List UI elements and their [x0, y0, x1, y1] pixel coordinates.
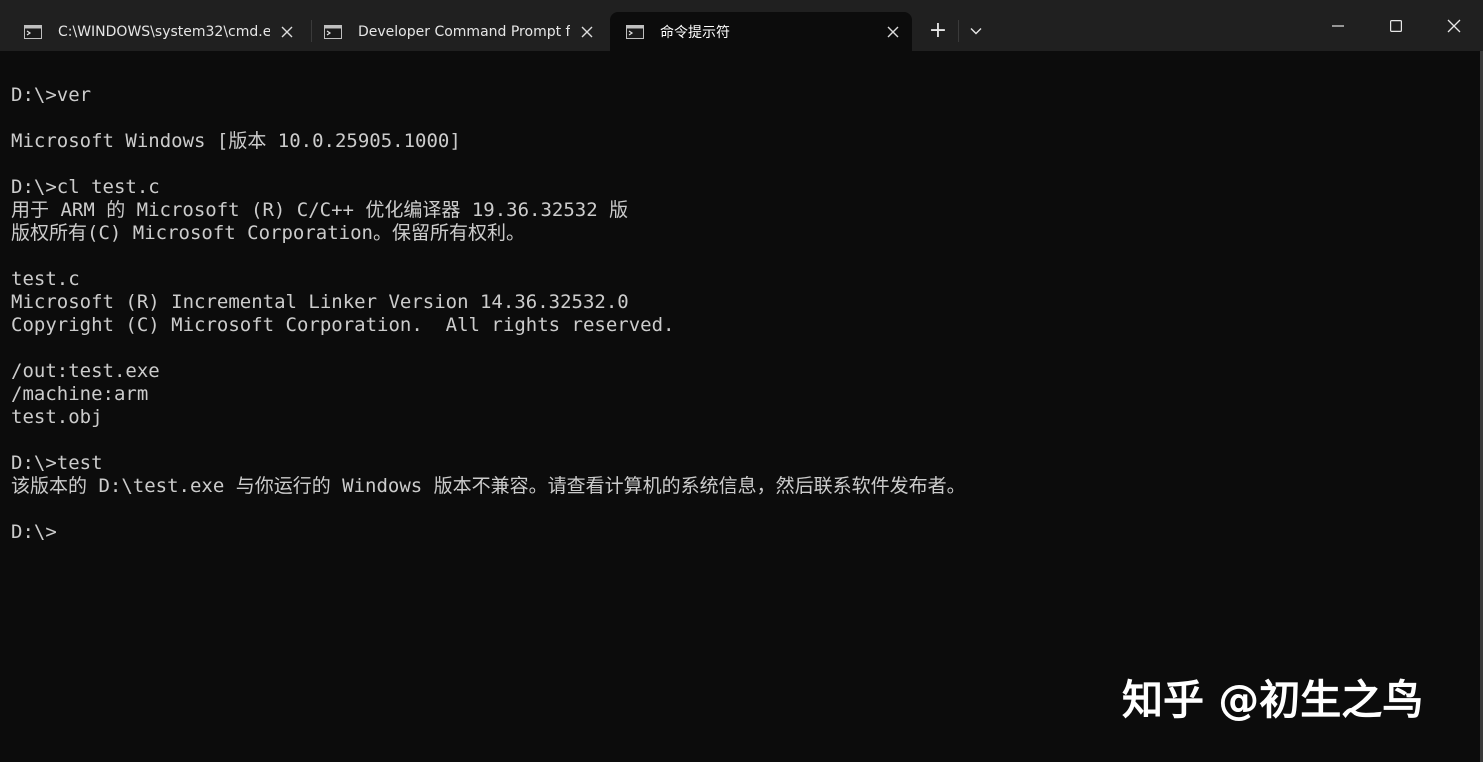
new-tab-button[interactable]: +: [920, 14, 956, 48]
terminal-prompt: D:\>: [11, 521, 57, 543]
terminal-output[interactable]: D:\>ver Microsoft Windows [版本 10.0.25905…: [0, 51, 1483, 762]
watermark: 知乎 @初生之鸟: [1122, 676, 1424, 724]
tab-cmd-system32[interactable]: C:\WINDOWS\system32\cmd.e:: [8, 12, 306, 51]
terminal-line: test.obj: [11, 406, 103, 428]
terminal-line: 该版本的 D:\test.exe 与你运行的 Windows 版本不兼容。请查看…: [11, 475, 966, 497]
terminal-line: test.c: [11, 268, 80, 290]
close-window-button[interactable]: [1425, 0, 1483, 51]
title-bar: C:\WINDOWS\system32\cmd.e: Developer Com…: [0, 0, 1483, 51]
maximize-icon: [1390, 19, 1402, 32]
minimize-button[interactable]: [1309, 0, 1367, 51]
chevron-down-icon: [970, 28, 982, 35]
close-icon: [281, 26, 293, 37]
tab-title: Developer Command Prompt fo: [358, 23, 570, 40]
terminal-icon: [324, 24, 342, 39]
terminal-icon: [626, 24, 644, 39]
minimize-icon: [1332, 24, 1344, 27]
terminal-icon: [24, 24, 42, 39]
terminal-window: C:\WINDOWS\system32\cmd.e: Developer Com…: [0, 0, 1483, 762]
close-tab-button[interactable]: [570, 17, 604, 47]
maximize-button[interactable]: [1367, 0, 1425, 51]
terminal-line: D:\>ver: [11, 84, 92, 106]
close-icon: [887, 26, 899, 37]
terminal-line: Microsoft Windows [版本 10.0.25905.1000]: [11, 130, 461, 152]
terminal-line: D:\>test: [11, 452, 103, 474]
tab-title: C:\WINDOWS\system32\cmd.e:: [58, 23, 270, 40]
terminal-line: 版权所有(C) Microsoft Corporation。保留所有权利。: [11, 222, 525, 244]
tab-dropdown-button[interactable]: [960, 14, 992, 48]
tab-separator: [958, 20, 959, 42]
terminal-line: /machine:arm: [11, 383, 149, 405]
tab-command-prompt[interactable]: 命令提示符: [610, 12, 912, 51]
terminal-line: Copyright (C) Microsoft Corporation. All…: [11, 314, 675, 336]
close-icon: [581, 26, 593, 37]
terminal-line: /out:test.exe: [11, 360, 160, 382]
close-tab-button[interactable]: [270, 17, 304, 47]
close-tab-button[interactable]: [876, 17, 910, 47]
terminal-line: Microsoft (R) Incremental Linker Version…: [11, 291, 629, 313]
tab-developer-command-prompt[interactable]: Developer Command Prompt fo: [308, 12, 606, 51]
terminal-line: D:\>cl test.c: [11, 176, 160, 198]
terminal-line: 用于 ARM 的 Microsoft (R) C/C++ 优化编译器 19.36…: [11, 199, 629, 221]
close-icon: [1447, 19, 1461, 32]
plus-icon: +: [928, 18, 948, 43]
tab-title: 命令提示符: [660, 24, 730, 41]
